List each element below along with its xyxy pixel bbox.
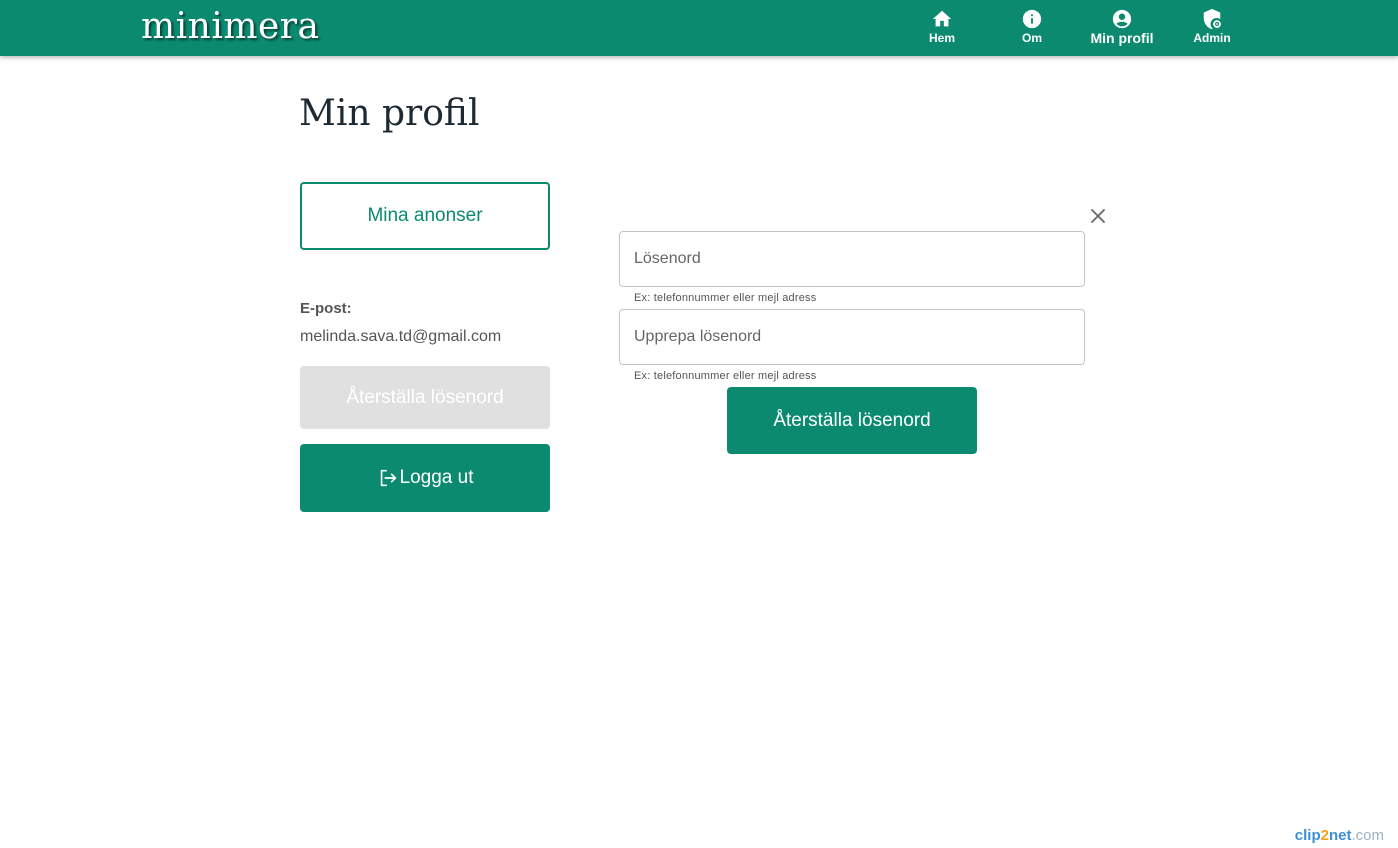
page-title: Min profil [299,93,480,134]
watermark-part-3: net [1328,827,1352,844]
logout-button[interactable]: Logga ut [300,444,550,512]
nav-home-label: Hem [928,31,955,45]
email-value: melinda.sava.td@gmail.com [300,328,502,345]
repeat-password-helper-text: Ex: telefonnummer eller mejl adress [634,370,817,382]
nav-admin[interactable]: Admin [1177,8,1247,45]
nav-admin-label: Admin [1193,31,1231,45]
logo[interactable]: minimera [141,6,319,47]
nav-about-label: Om [1021,31,1042,45]
repeat-password-input[interactable] [620,310,1084,364]
nav-about[interactable]: Om [997,8,1067,45]
admin-shield-icon [1203,8,1221,30]
watermark-part-4: .com [1351,827,1384,844]
account-circle-icon [1112,9,1132,29]
reset-password-button-disabled: Återställa lösenord [300,366,550,429]
logout-icon [380,469,396,487]
my-ads-button[interactable]: Mina anonser [300,182,550,250]
email-label: E-post: [300,300,352,317]
home-icon [932,10,952,27]
nav-my-profile-label: Min profil [1090,30,1154,46]
submit-reset-password-button[interactable]: Återställa lösenord [727,387,977,454]
watermark: clip2net.com [1295,827,1384,844]
repeat-password-field[interactable] [619,309,1085,365]
password-field[interactable] [619,231,1085,287]
info-icon [1022,9,1042,29]
reset-password-button-label: Återställa lösenord [346,386,504,408]
top-app-bar: minimera Hem Om Min profil Admin [0,0,1398,56]
password-input[interactable] [620,232,1084,286]
watermark-part-2: 2 [1320,827,1329,844]
my-ads-button-label: Mina anonser [367,205,483,226]
watermark-part-1: clip [1294,827,1321,844]
submit-reset-password-label: Återställa lösenord [773,409,931,431]
nav-home[interactable]: Hem [907,8,977,45]
password-helper-text: Ex: telefonnummer eller mejl adress [634,292,817,304]
close-icon[interactable] [1088,206,1108,226]
logout-button-label: Logga ut [399,467,474,488]
nav-my-profile[interactable]: Min profil [1087,8,1157,45]
